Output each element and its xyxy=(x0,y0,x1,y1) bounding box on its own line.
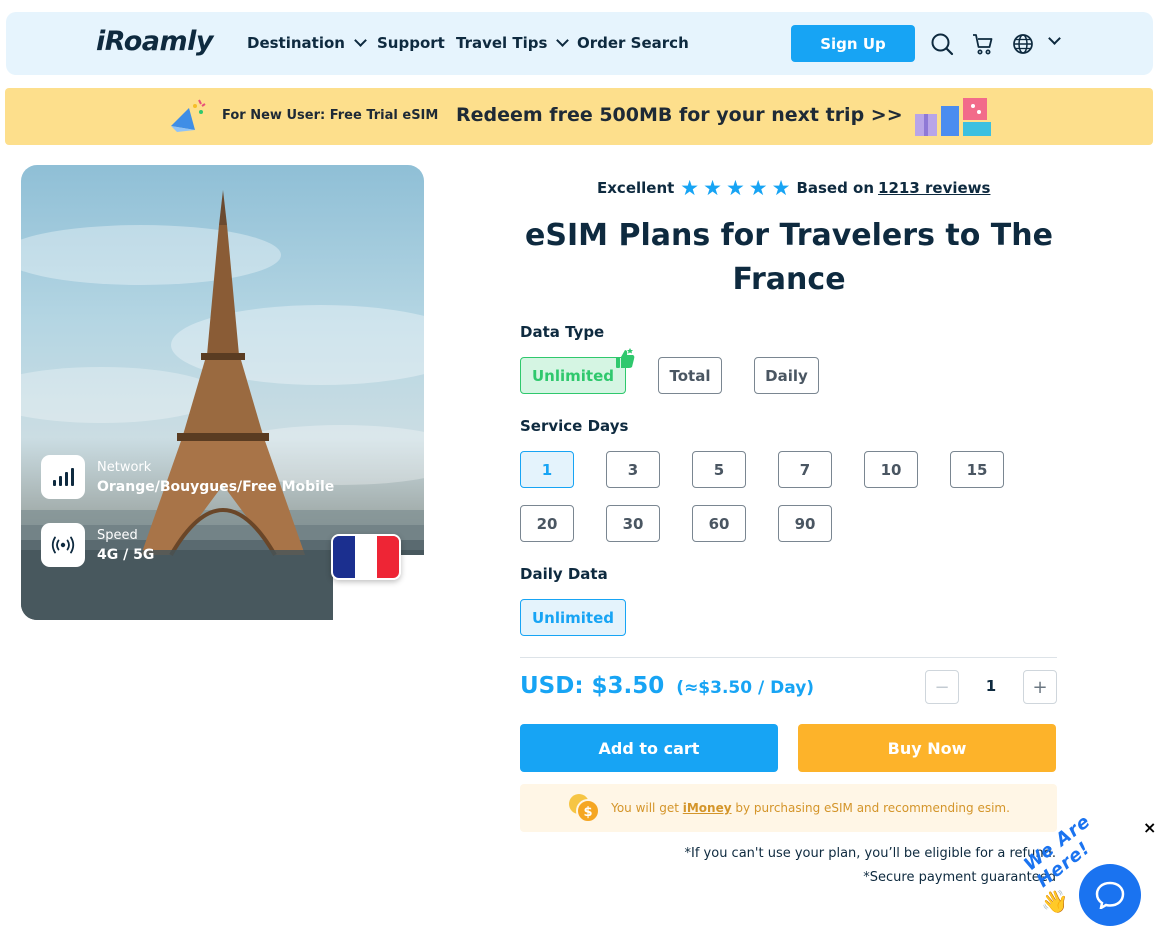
imoney-text: You will get iMoney by purchasing eSIM a… xyxy=(611,801,1010,815)
service-days-60[interactable]: 60 xyxy=(692,505,746,542)
quantity-value[interactable]: 1 xyxy=(980,677,1002,695)
page-title-line2: France xyxy=(732,262,846,297)
service-days-7[interactable]: 7 xyxy=(778,451,832,488)
promo-small-text: For New User: Free Trial eSIM xyxy=(222,108,439,123)
rating-stars: ★ ★ ★ ★ ★ xyxy=(680,176,791,200)
price: USD: $3.50 (≈$3.50 / Day) xyxy=(520,673,814,699)
divider xyxy=(520,657,1057,658)
promo-headline[interactable]: Redeem free 500MB for your next trip >> xyxy=(456,104,903,126)
service-days-5[interactable]: 5 xyxy=(692,451,746,488)
service-days-10[interactable]: 10 xyxy=(864,451,918,488)
nav-order-search-label: Order Search xyxy=(577,34,689,52)
page-title-line1: eSIM Plans for Travelers to The xyxy=(525,218,1053,253)
service-days-1[interactable]: 1 xyxy=(520,451,574,488)
promo-banner[interactable]: For New User: Free Trial eSIM Redeem fre… xyxy=(5,88,1153,145)
nav-travel-tips-label: Travel Tips xyxy=(456,34,548,52)
nav-support[interactable]: Support xyxy=(377,34,445,52)
imoney-banner: $ You will get iMoney by purchasing eSIM… xyxy=(520,784,1057,832)
imoney-prefix: You will get xyxy=(611,801,679,815)
price-total: USD: $3.50 xyxy=(520,673,665,699)
reviews-link[interactable]: 1213 reviews xyxy=(878,179,990,197)
waving-hand-icon: 👋 xyxy=(1041,890,1069,915)
megaphone-icon xyxy=(171,99,206,132)
price-per-day: (≈$3.50 / Day) xyxy=(676,678,815,698)
data-type-unlimited[interactable]: Unlimited xyxy=(520,357,626,394)
data-type-label: Data Type xyxy=(520,323,605,341)
sign-up-button[interactable]: Sign Up xyxy=(791,25,915,62)
star-icon: ★ xyxy=(725,176,745,200)
network-feature: Network Orange/Bouygues/Free Mobile xyxy=(41,455,334,499)
france-flag-icon xyxy=(331,534,401,580)
nav-travel-tips[interactable]: Travel Tips xyxy=(456,34,570,52)
service-days-20[interactable]: 20 xyxy=(520,505,574,542)
service-days-90[interactable]: 90 xyxy=(778,505,832,542)
nav-support-label: Support xyxy=(377,34,445,52)
data-type-daily[interactable]: Daily xyxy=(754,357,819,394)
gift-icon xyxy=(915,98,991,136)
chevron-down-icon xyxy=(556,34,570,47)
chat-launcher-button[interactable] xyxy=(1079,864,1141,926)
chevron-down-icon[interactable] xyxy=(1048,32,1061,45)
search-icon[interactable] xyxy=(930,32,954,56)
speed-value: 4G / 5G xyxy=(97,546,155,563)
refund-note: *If you can't use your plan, you’ll be e… xyxy=(684,846,1057,861)
broadcast-icon xyxy=(41,523,85,567)
service-days-3[interactable]: 3 xyxy=(606,451,660,488)
nav-order-search[interactable]: Order Search xyxy=(577,34,689,52)
quantity-minus-button[interactable]: − xyxy=(925,670,959,704)
daily-data-label: Daily Data xyxy=(520,565,608,583)
imoney-suffix: by purchasing eSIM and recommending esim… xyxy=(735,801,1010,815)
data-type-total[interactable]: Total xyxy=(658,357,722,394)
chat-bubble-icon xyxy=(1095,881,1125,909)
quantity-plus-button[interactable]: + xyxy=(1023,670,1057,704)
star-icon: ★ xyxy=(703,176,722,200)
nav-destination-label: Destination xyxy=(247,34,345,52)
service-days-label: Service Days xyxy=(520,417,629,435)
secure-payment-note: *Secure payment guaranteed xyxy=(863,870,1056,885)
nav-destination[interactable]: Destination xyxy=(247,34,367,52)
logo[interactable]: iRoamly xyxy=(96,26,213,57)
service-days-15[interactable]: 15 xyxy=(950,451,1004,488)
star-icon: ★ xyxy=(680,176,700,200)
coin-icon: $ xyxy=(569,794,601,823)
service-days-30[interactable]: 30 xyxy=(606,505,660,542)
based-on-text: Based on xyxy=(796,179,875,197)
signal-bars-icon xyxy=(41,455,85,499)
site-header: iRoamly Destination Support Travel Tips … xyxy=(6,12,1153,75)
cart-icon[interactable] xyxy=(971,32,995,56)
imoney-link[interactable]: iMoney xyxy=(683,801,732,815)
rating-label: Excellent xyxy=(597,179,675,197)
svg-text:$: $ xyxy=(584,805,593,820)
network-label: Network xyxy=(97,459,152,475)
globe-icon[interactable] xyxy=(1011,32,1035,56)
buy-now-button[interactable]: Buy Now xyxy=(798,724,1056,772)
star-icon: ★ xyxy=(748,176,768,200)
star-icon: ★ xyxy=(771,176,791,200)
page-title: eSIM Plans for Travelers to The France xyxy=(500,214,1078,302)
add-to-cart-button[interactable]: Add to cart xyxy=(520,724,778,772)
network-value: Orange/Bouygues/Free Mobile xyxy=(97,478,335,495)
chevron-down-icon xyxy=(354,34,367,47)
thumbs-up-icon xyxy=(616,348,635,368)
speed-feature: Speed 4G / 5G xyxy=(41,523,154,567)
speed-label: Speed xyxy=(97,527,138,543)
daily-data-unlimited[interactable]: Unlimited xyxy=(520,599,626,636)
rating-summary: Excellent ★ ★ ★ ★ ★ Based on 1213 review… xyxy=(597,176,990,200)
chat-close-icon[interactable]: × xyxy=(1143,818,1156,837)
